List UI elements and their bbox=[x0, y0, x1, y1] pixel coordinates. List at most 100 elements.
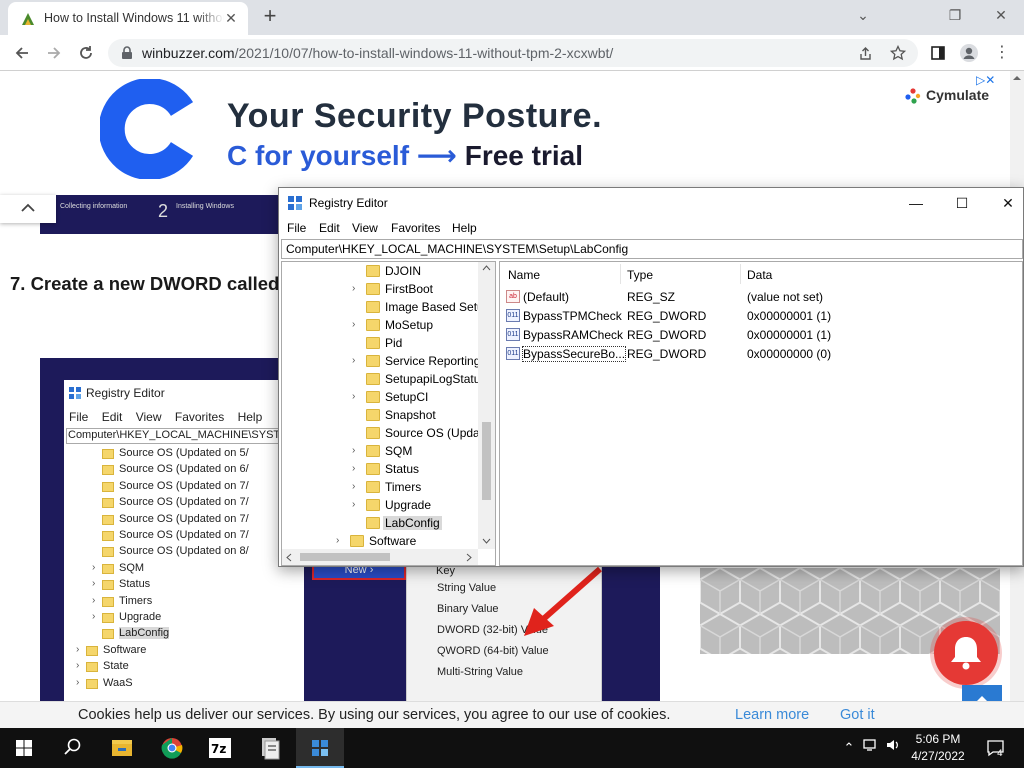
browser-restore-button[interactable]: ❐ bbox=[932, 0, 978, 32]
menu-file[interactable]: File bbox=[287, 221, 306, 235]
regedit-icon bbox=[312, 740, 328, 756]
tab-close-icon[interactable]: ✕ bbox=[222, 9, 240, 27]
tree-vertical-scrollbar[interactable] bbox=[478, 262, 495, 549]
chevron-right-icon[interactable]: › bbox=[352, 282, 362, 296]
taskbar-file-explorer[interactable] bbox=[98, 728, 146, 768]
menu-edit[interactable]: Edit bbox=[319, 221, 340, 235]
value-row[interactable]: 011 BypassRAMCheck REG_DWORD 0x00000001 (1) bbox=[506, 326, 1016, 344]
screenshot-chevron-icon: › bbox=[76, 676, 80, 688]
notification-count: 4 bbox=[997, 749, 1003, 758]
regedit-close-button[interactable]: ✕ bbox=[985, 188, 1024, 218]
regedit-minimize-button[interactable]: — bbox=[893, 188, 939, 218]
menu-favorites[interactable]: Favorites bbox=[391, 221, 440, 235]
column-separator[interactable] bbox=[620, 264, 621, 284]
reload-icon[interactable] bbox=[72, 39, 100, 67]
back-icon[interactable] bbox=[8, 39, 36, 67]
regedit-values-pane[interactable]: Name Type Data ab (Default) REG_SZ (value n… bbox=[499, 261, 1023, 566]
screenshot-tree: Source OS (Updated on 5/Source OS (Updat… bbox=[64, 446, 304, 710]
regedit-key-tree[interactable]: DJOIN › FirstBoot Image Based Setup › MoSetup… bbox=[281, 261, 496, 566]
side-panel-icon[interactable] bbox=[924, 39, 952, 67]
kebab-menu-icon[interactable]: ⋮ bbox=[988, 39, 1016, 67]
active-tab[interactable]: How to Install Windows 11 without TPM ✕ bbox=[8, 2, 248, 35]
tree-item-label: SQM bbox=[385, 444, 413, 458]
menu-view[interactable]: View bbox=[352, 221, 378, 235]
tree-horizontal-scrollbar[interactable] bbox=[282, 549, 478, 565]
chevron-right-icon[interactable] bbox=[352, 336, 362, 350]
tree-scroll-left-icon[interactable] bbox=[286, 553, 292, 562]
share-icon[interactable] bbox=[858, 46, 873, 61]
address-bar[interactable]: winbuzzer.com/2021/10/07/how-to-install-… bbox=[108, 39, 918, 67]
clock-date: 4/27/2022 bbox=[911, 749, 965, 763]
chevron-right-icon[interactable]: › bbox=[352, 318, 362, 332]
ad-choices-icon[interactable]: ▷✕ bbox=[976, 73, 995, 87]
browser-minimize-button[interactable]: ⌄ bbox=[840, 0, 886, 32]
browser-close-button[interactable]: ✕ bbox=[978, 0, 1024, 32]
chevron-right-icon[interactable]: › bbox=[352, 354, 362, 368]
strip-step-number: 2 bbox=[158, 201, 169, 221]
chevron-right-icon[interactable] bbox=[352, 300, 362, 314]
chevron-right-icon[interactable] bbox=[352, 408, 362, 422]
taskbar-search-button[interactable] bbox=[48, 728, 96, 768]
regedit-maximize-button[interactable]: ☐ bbox=[939, 188, 985, 218]
folder-icon bbox=[366, 445, 380, 457]
winbuzzer-favicon-icon bbox=[22, 13, 34, 25]
chevron-right-icon[interactable] bbox=[352, 516, 362, 530]
regedit-address-bar[interactable]: Computer\HKEY_LOCAL_MACHINE\SYSTEM\Setup… bbox=[281, 239, 1023, 259]
chevron-right-icon[interactable]: › bbox=[352, 444, 362, 458]
cookie-learn-more-link[interactable]: Learn more bbox=[735, 707, 809, 723]
registry-editor-window[interactable]: Registry Editor — ☐ ✕ File Edit View Fav… bbox=[278, 187, 1024, 567]
chevron-right-icon[interactable] bbox=[352, 264, 362, 278]
taskbar-7zip[interactable]: 7z bbox=[196, 728, 244, 768]
chevron-right-icon[interactable]: › bbox=[352, 390, 362, 404]
screenshot-folder-icon bbox=[102, 449, 114, 459]
column-separator[interactable] bbox=[740, 264, 741, 284]
taskbar-chrome[interactable] bbox=[148, 728, 196, 768]
profile-avatar-icon[interactable] bbox=[955, 39, 983, 67]
cookie-got-it-button[interactable]: Got it bbox=[840, 707, 875, 723]
chevron-right-icon[interactable]: › bbox=[352, 462, 362, 476]
cookie-text: Cookies help us deliver our services. By… bbox=[78, 707, 671, 723]
tree-item-label: Snapshot bbox=[385, 408, 436, 422]
column-header-type[interactable]: Type bbox=[627, 268, 653, 282]
menu-help[interactable]: Help bbox=[452, 221, 477, 235]
bookmark-star-icon[interactable] bbox=[890, 45, 906, 61]
screenshot-folder-icon bbox=[102, 547, 114, 558]
value-data: 0x00000001 (1) bbox=[747, 328, 832, 342]
tray-chevron-up-icon[interactable]: ⌃ bbox=[840, 738, 858, 758]
tree-vertical-thumb[interactable] bbox=[482, 422, 491, 500]
chevron-right-icon[interactable]: › bbox=[352, 480, 362, 494]
notification-bell-button[interactable] bbox=[934, 621, 998, 685]
taskbar-registry-files[interactable] bbox=[246, 728, 294, 768]
forward-icon[interactable] bbox=[40, 39, 68, 67]
tree-horizontal-thumb[interactable] bbox=[300, 553, 390, 561]
chevron-right-icon[interactable] bbox=[352, 426, 362, 440]
lock-icon[interactable] bbox=[120, 46, 134, 60]
value-row[interactable]: 011 BypassSecureBo... REG_DWORD 0x00000000 … bbox=[506, 345, 1016, 363]
column-header-name[interactable]: Name bbox=[508, 268, 540, 282]
network-icon[interactable] bbox=[862, 738, 880, 758]
chevron-right-icon[interactable] bbox=[352, 372, 362, 386]
chevron-right-icon[interactable]: › bbox=[336, 534, 346, 548]
volume-icon[interactable] bbox=[884, 738, 902, 758]
7zip-icon: 7z bbox=[209, 738, 231, 758]
value-type: REG_DWORD bbox=[627, 347, 707, 361]
taskbar-registry-editor[interactable] bbox=[296, 728, 344, 768]
tree-scroll-down-icon[interactable] bbox=[482, 538, 491, 544]
scroll-up-icon[interactable] bbox=[1010, 71, 1024, 85]
chevron-right-icon[interactable]: › bbox=[352, 498, 362, 512]
taskbar-clock[interactable]: 5:06 PM 4/27/2022 bbox=[908, 731, 968, 765]
cookie-banner: Cookies help us deliver our services. By… bbox=[0, 701, 1024, 728]
action-center-icon[interactable]: 4 bbox=[984, 738, 1008, 759]
tree-scroll-up-icon[interactable] bbox=[482, 265, 491, 271]
value-row[interactable]: ab (Default) REG_SZ (value not set) bbox=[506, 288, 1016, 306]
screenshot-chevron-icon: › bbox=[92, 561, 96, 573]
collapse-ad-button[interactable] bbox=[0, 195, 56, 223]
regedit-titlebar[interactable]: Registry Editor — ☐ ✕ bbox=[279, 188, 1023, 218]
new-tab-button[interactable]: + bbox=[258, 5, 282, 29]
start-button[interactable] bbox=[0, 728, 48, 768]
ad-banner[interactable]: Your Security Posture. C for yourself ⟶ … bbox=[0, 71, 1010, 188]
screenshot-folder-icon bbox=[102, 580, 114, 591]
column-header-data[interactable]: Data bbox=[747, 268, 772, 282]
value-row[interactable]: 011 BypassTPMCheck REG_DWORD 0x00000001 (1) bbox=[506, 307, 1016, 325]
tree-scroll-right-icon[interactable] bbox=[466, 553, 472, 562]
